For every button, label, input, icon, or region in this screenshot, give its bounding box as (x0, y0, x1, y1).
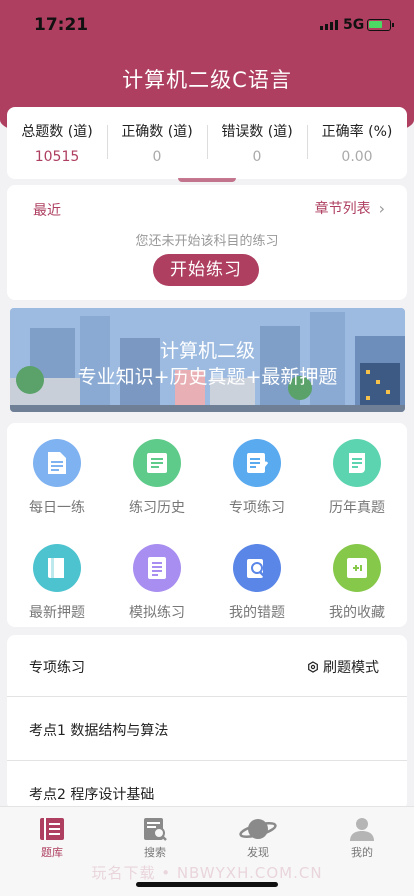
tab-label: 发现 (247, 846, 269, 859)
list-title: 专项练习 (29, 660, 85, 676)
feature-past-exams[interactable]: 历年真题 (317, 439, 397, 517)
tab-discover[interactable]: 发现 (228, 816, 288, 860)
network-type: 5G (343, 17, 365, 33)
stat-correct: 正确数 (道) 0 (107, 107, 207, 179)
start-practice-button[interactable]: 开始练习 (153, 254, 259, 286)
list-item[interactable]: 考点2 程序设计基础 (7, 761, 407, 810)
special-practice-icon (233, 439, 281, 487)
feature-my-favorites[interactable]: 我的收藏 (317, 544, 397, 622)
stat-accuracy: 正确率 (%) 0.00 (307, 107, 407, 179)
my-mistakes-icon (233, 544, 281, 592)
stat-label: 正确率 (%) (321, 124, 393, 140)
stat-label: 正确数 (道) (121, 124, 193, 140)
feature-grid: 每日一练 练习历史 专项练习 历年真题 最新押题 模拟练习 我的错题 我的收藏 (7, 423, 407, 627)
feature-label: 每日一练 (29, 500, 85, 516)
my-favorites-icon (333, 544, 381, 592)
stat-value: 0 (252, 149, 262, 165)
chapter-list-label: 章节列表 (314, 201, 371, 217)
status-time: 17:21 (34, 15, 89, 35)
stat-total: 总题数 (道) 10515 (7, 107, 107, 179)
tab-profile[interactable]: 我的 (332, 816, 392, 860)
pull-indicator (178, 178, 236, 182)
stat-value: 0.00 (341, 149, 373, 165)
list-item[interactable]: 考点1 数据结构与算法 (7, 697, 407, 761)
feature-label: 练习历史 (129, 500, 185, 516)
practice-history-icon (133, 439, 181, 487)
search-icon (144, 818, 167, 841)
stat-value: 0 (152, 149, 162, 165)
feature-label: 历年真题 (329, 500, 385, 516)
feature-label: 模拟练习 (129, 605, 185, 621)
stat-label: 错误数 (道) (221, 124, 293, 140)
tab-question-bank[interactable]: 题库 (22, 816, 82, 860)
list-item-label: 考点1 数据结构与算法 (29, 723, 169, 739)
practice-mode-label: 刷题模式 (323, 660, 379, 676)
tab-label: 搜索 (144, 846, 166, 859)
question-bank-icon (40, 818, 64, 840)
watermark: 玩名下载 • NBWYXH.COM.CN (91, 864, 323, 882)
chevron-right-icon: › (378, 198, 385, 218)
stat-value: 10515 (34, 149, 80, 165)
tab-label: 题库 (41, 846, 63, 859)
status-bar: 17:21 5G (0, 0, 414, 50)
list-header: 专项练习 刷题模式 (7, 635, 407, 697)
discover-planet-icon (239, 819, 277, 839)
list-item-label: 考点2 程序设计基础 (29, 787, 155, 803)
feature-my-mistakes[interactable]: 我的错题 (217, 544, 297, 622)
signal-icon (320, 20, 338, 30)
feature-label: 专项练习 (229, 500, 285, 516)
page-title: 计算机二级C语言 (122, 68, 292, 92)
past-exams-icon (333, 439, 381, 487)
battery-icon (367, 19, 394, 31)
stat-wrong: 错误数 (道) 0 (207, 107, 307, 179)
stats-card: 总题数 (道) 10515 正确数 (道) 0 错误数 (道) 0 正确率 (%… (7, 107, 407, 179)
banner-subtitle: 专业知识+历史真题+最新押题 (77, 366, 338, 388)
mock-practice-icon (133, 544, 181, 592)
stat-label: 总题数 (道) (21, 124, 93, 140)
hexagon-settings-icon (308, 661, 318, 673)
tab-search[interactable]: 搜索 (125, 816, 185, 860)
banner-title: 计算机二级 (159, 340, 255, 362)
recent-card: 最近 章节列表 › 您还未开始该科目的练习 开始练习 (7, 185, 407, 300)
home-indicator (136, 882, 278, 887)
profile-icon (350, 818, 374, 841)
recent-label: 最近 (33, 203, 61, 219)
feature-special-practice[interactable]: 专项练习 (217, 439, 297, 517)
feature-label: 最新押题 (29, 605, 85, 621)
feature-daily-practice[interactable]: 每日一练 (17, 439, 97, 517)
feature-mock-practice[interactable]: 模拟练习 (117, 544, 197, 622)
daily-practice-icon (33, 439, 81, 487)
feature-practice-history[interactable]: 练习历史 (117, 439, 197, 517)
latest-predictions-icon (33, 544, 81, 592)
feature-label: 我的错题 (229, 605, 285, 621)
empty-tip: 您还未开始该科目的练习 (135, 234, 279, 249)
special-practice-list: 专项练习 刷题模式 考点1 数据结构与算法 考点2 程序设计基础 (7, 635, 407, 810)
promo-banner[interactable]: 计算机二级 专业知识+历史真题+最新押题 (10, 308, 405, 412)
feature-label: 我的收藏 (329, 605, 385, 621)
feature-latest-predictions[interactable]: 最新押题 (17, 544, 97, 622)
practice-mode-toggle[interactable]: 刷题模式 (307, 657, 379, 677)
tab-label: 我的 (351, 846, 373, 859)
chapter-list-link[interactable]: 章节列表 › (315, 198, 385, 218)
